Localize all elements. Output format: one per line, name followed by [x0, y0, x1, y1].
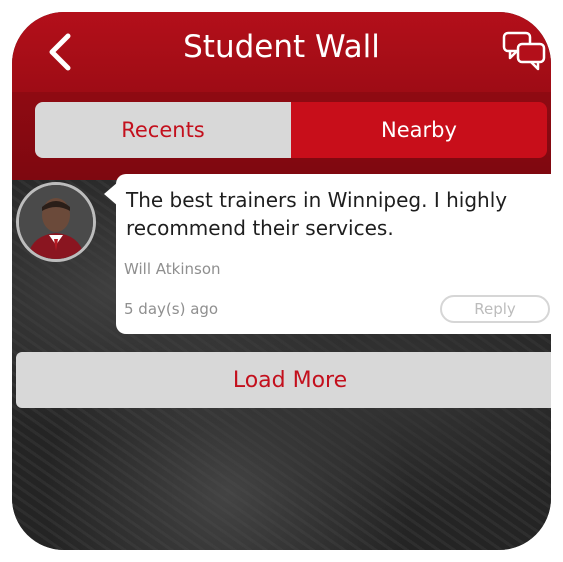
post-timestamp: 5 day(s) ago — [124, 300, 219, 318]
post-author[interactable]: Will Atkinson — [124, 260, 221, 278]
post-text: The best trainers in Winnipeg. I highly … — [126, 188, 508, 240]
app-frame: Student Wall Recents Nearby The best tra… — [12, 12, 551, 550]
tab-nearby[interactable]: Nearby — [291, 102, 547, 158]
avatar[interactable] — [16, 182, 96, 262]
tab-recents[interactable]: Recents — [35, 102, 291, 158]
person-avatar-icon — [19, 185, 93, 259]
load-more-button[interactable]: Load More — [16, 352, 551, 408]
segmented-tabs: Recents Nearby — [35, 102, 547, 158]
reply-button[interactable]: Reply — [440, 295, 550, 323]
header-bar: Student Wall — [12, 12, 551, 92]
page-title: Student Wall — [183, 29, 380, 65]
chat-bubbles-icon[interactable] — [502, 30, 548, 72]
